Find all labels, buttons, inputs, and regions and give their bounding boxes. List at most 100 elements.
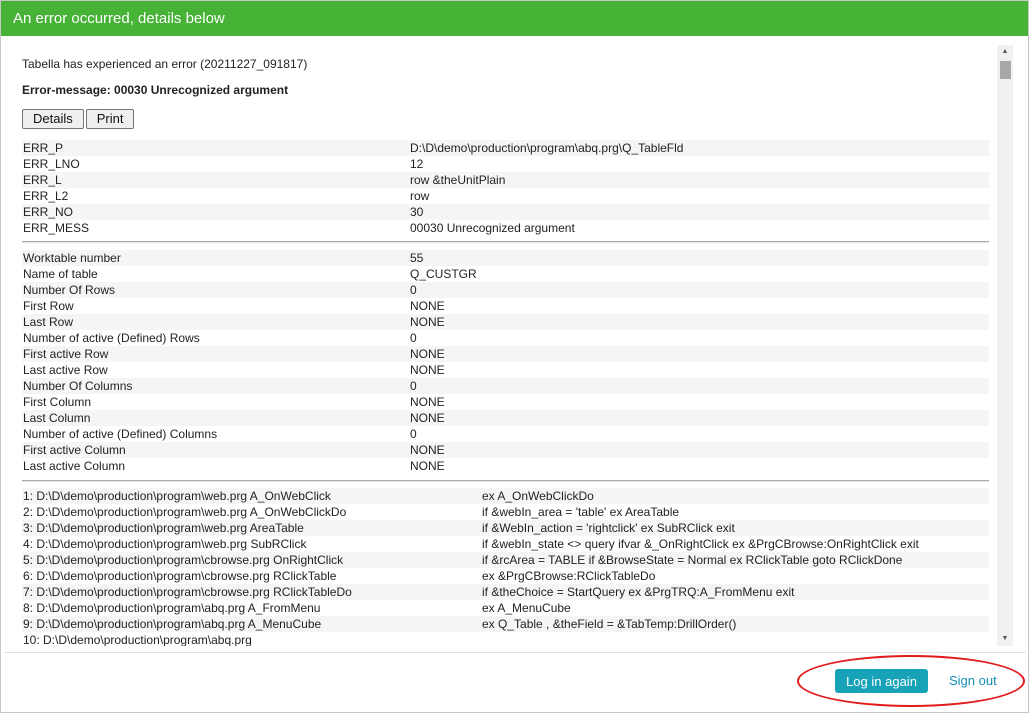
worktable-field-row: Number Of Columns 0 [22, 378, 989, 394]
worktable-field-row: Name of table Q_CUSTGR [22, 266, 989, 282]
stack-trace-table: 1: D:\D\demo\production\program\web.prg … [22, 488, 989, 646]
error-field-row-value: row [410, 189, 430, 203]
stack-trace-row-key: 10: D:\D\demo\production\program\abq.prg [23, 633, 252, 646]
error-field-row-value: 00030 Unrecognized argument [410, 221, 575, 235]
stack-trace-row-value: ex A_OnWebClickDo [481, 488, 989, 504]
worktable-field-row-key: Last active Column [23, 459, 126, 473]
worktable-field-row: Last active Row NONE [22, 362, 989, 378]
error-field-row-value: 12 [410, 157, 424, 171]
worktable-field-row-key: Number of active (Defined) Rows [23, 331, 200, 345]
worktable-field-row-key: First Row [23, 299, 74, 313]
worktable-field-row-key: First active Column [22, 442, 409, 458]
stack-trace-row: 5: D:\D\demo\production\program\cbrowse.… [22, 552, 989, 568]
error-field-row-key: ERR_L2 [23, 189, 69, 203]
stack-trace-row-value: ex Q_Table , &theField = &TabTemp:DrillO… [481, 616, 989, 632]
annotation-ellipse [797, 655, 1025, 707]
worktable-field-row-key: Number of active (Defined) Columns [23, 427, 218, 441]
scroll-down-icon[interactable]: ▼ [997, 632, 1013, 646]
error-field-row-value: row &theUnitPlain [409, 172, 989, 188]
stack-trace-row: 4: D:\D\demo\production\program\web.prg … [22, 536, 989, 552]
stack-trace-row: 3: D:\D\demo\production\program\web.prg … [22, 520, 989, 536]
stack-trace-row-value: if &webIn_area = 'table' ex AreaTable [482, 505, 680, 519]
error-field-row: ERR_L row &theUnitPlain [22, 172, 989, 188]
stack-trace-row-value [481, 632, 989, 646]
stack-trace-row: 10: D:\D\demo\production\program\abq.prg [22, 632, 989, 646]
worktable-field-row-value: NONE [410, 363, 445, 377]
error-fields-table: ERR_P D:\D\demo\production\program\abq.pr… [22, 140, 989, 236]
error-field-row-value: D:\D\demo\production\program\abq.prg\Q_T… [409, 140, 989, 156]
stack-trace-row: 6: D:\D\demo\production\program\cbrowse.… [22, 568, 989, 584]
worktable-field-row-value: NONE [409, 314, 989, 330]
details-button[interactable]: Details [22, 109, 84, 129]
worktable-field-row: Last Row NONE [22, 314, 989, 330]
error-field-row-key: ERR_L [22, 172, 409, 188]
stack-trace-row: 8: D:\D\demo\production\program\abq.prg … [22, 600, 989, 616]
stack-trace-row-value: ex &PrgCBrowse:RClickTableDo [482, 569, 656, 583]
worktable-field-row: First active Column NONE [22, 442, 989, 458]
stack-trace-row: 2: D:\D\demo\production\program\web.prg … [22, 504, 989, 520]
worktable-field-row-value: 0 [410, 427, 417, 441]
worktable-field-row-value: 55 [409, 250, 989, 266]
worktable-field-row-value: NONE [410, 299, 445, 313]
worktable-field-row: Worktable number 55 [22, 250, 989, 266]
separator [22, 241, 989, 243]
worktable-field-row-key: Number Of Columns [22, 378, 409, 394]
stack-trace-row-key: 1: D:\D\demo\production\program\web.prg … [22, 488, 481, 504]
worktable-field-row-value: Q_CUSTGR [410, 267, 477, 281]
stack-trace-row-value: if &rcArea = TABLE if &BrowseState = Nor… [481, 552, 989, 568]
separator [22, 480, 989, 482]
stack-trace-row-key: 9: D:\D\demo\production\program\abq.prg … [22, 616, 481, 632]
worktable-field-row-key: Worktable number [22, 250, 409, 266]
worktable-field-row-key: Last Column [22, 410, 409, 426]
worktable-field-row-key: Last Row [22, 314, 409, 330]
scroll-up-icon[interactable]: ▲ [997, 45, 1013, 59]
error-field-row: ERR_P D:\D\demo\production\program\abq.pr… [22, 140, 989, 156]
error-field-row-key: ERR_P [22, 140, 409, 156]
worktable-field-row: Number of active (Defined) Columns 0 [22, 426, 989, 442]
worktable-field-row-value: NONE [409, 410, 989, 426]
stack-trace-row-value: if &webIn_state <> query ifvar &_OnRight… [482, 537, 919, 551]
print-button[interactable]: Print [85, 109, 135, 129]
stack-trace-row-value: if &theChoice = StartQuery ex &PrgTRQ:A_… [481, 584, 989, 600]
worktable-field-row-value: NONE [410, 395, 445, 409]
error-field-row-key: ERR_LNO [23, 157, 80, 171]
button-row: Details Print [22, 109, 136, 129]
worktable-field-row: First Column NONE [22, 394, 989, 410]
error-field-row: ERR_NO 30 [22, 204, 989, 220]
worktable-field-row: First Row NONE [22, 298, 989, 314]
stack-trace-row-value: if &WebIn_action = 'rightclick' ex SubRC… [481, 520, 989, 536]
stack-trace-row: 9: D:\D\demo\production\program\abq.prg … [22, 616, 989, 632]
stack-trace-row-key: 2: D:\D\demo\production\program\web.prg … [23, 505, 347, 519]
error-message: Error-message: 00030 Unrecognized argume… [22, 83, 289, 97]
worktable-field-row-key: First active Row [22, 346, 409, 362]
worktable-fields-table: Worktable number 55 Name of table Q_CUSTGR N… [22, 250, 989, 474]
worktable-field-row-value: NONE [409, 346, 989, 362]
dialog-title: An error occurred, details below [1, 1, 1028, 36]
error-field-row-value: 30 [409, 204, 989, 220]
worktable-field-row-value: NONE [409, 442, 989, 458]
worktable-field-row: First active Row NONE [22, 346, 989, 362]
worktable-field-row: Number of active (Defined) Rows 0 [22, 330, 989, 346]
content-scrollbar[interactable]: ▲ ▼ [997, 45, 1013, 646]
stack-trace-row-key: 8: D:\D\demo\production\program\abq.prg … [23, 601, 321, 615]
worktable-field-row-value: NONE [410, 459, 445, 473]
worktable-field-row-value: 0 [409, 282, 989, 298]
stack-trace-row: 7: D:\D\demo\production\program\cbrowse.… [22, 584, 989, 600]
stack-trace-row-key: 3: D:\D\demo\production\program\web.prg … [22, 520, 481, 536]
worktable-field-row-value: 0 [409, 378, 989, 394]
scroll-thumb[interactable] [1000, 61, 1011, 79]
worktable-field-row-value: 0 [410, 331, 417, 345]
worktable-field-row-key: Number Of Rows [22, 282, 409, 298]
footer-divider [5, 652, 1026, 653]
error-field-row-key: ERR_MESS [23, 221, 90, 235]
stack-trace-row-value: ex A_MenuCube [482, 601, 571, 615]
error-dialog: An error occurred, details below Tabella… [0, 0, 1029, 713]
error-field-row: ERR_L2 row [22, 188, 989, 204]
error-field-row: ERR_LNO 12 [22, 156, 989, 172]
error-field-row-key: ERR_NO [22, 204, 409, 220]
worktable-field-row: Last Column NONE [22, 410, 989, 426]
stack-trace-row-key: 4: D:\D\demo\production\program\web.prg … [23, 537, 307, 551]
error-intro: Tabella has experienced an error (202112… [22, 57, 308, 71]
worktable-field-row: Last active Column NONE [22, 458, 989, 474]
stack-trace-row: 1: D:\D\demo\production\program\web.prg … [22, 488, 989, 504]
